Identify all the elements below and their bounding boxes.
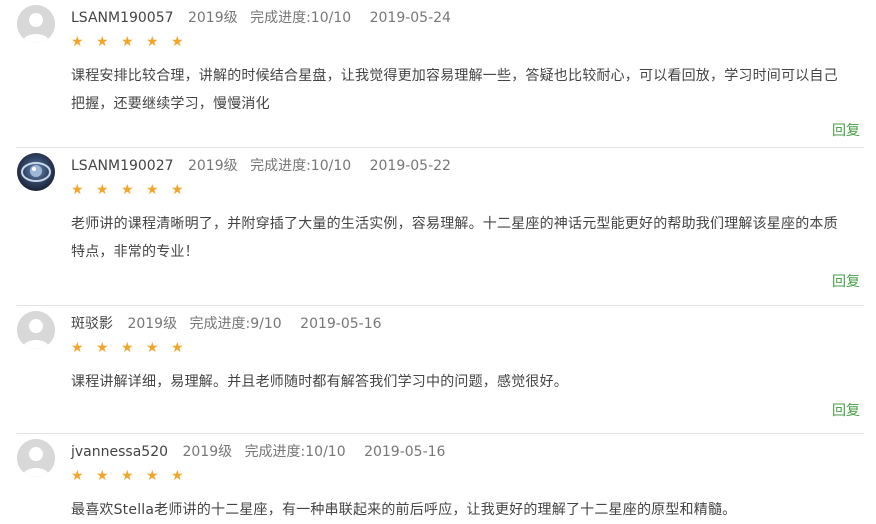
default-avatar-icon — [17, 5, 55, 43]
default-avatar-icon — [17, 439, 55, 477]
user-avatar[interactable] — [17, 311, 55, 349]
comment-text: 课程安排比较合理，讲解的时候结合星盘，让我觉得更加容易理解一些，答疑也比较耐心，… — [71, 68, 838, 112]
photo-avatar-icon — [17, 153, 55, 191]
user-avatar[interactable] — [17, 5, 55, 43]
star-rating: ★ ★ ★ ★ ★ — [71, 182, 188, 198]
comment-text: 老师讲的课程清晰明了，并附穿插了大量的生活实例，容易理解。十二星座的神话元型能更… — [71, 216, 838, 260]
star-rating: ★ ★ ★ ★ ★ — [71, 340, 188, 356]
progress: 完成进度:9/10 — [189, 316, 282, 332]
star-rating: ★ ★ ★ ★ ★ — [71, 34, 188, 50]
username[interactable]: 斑驳影 — [71, 316, 113, 332]
date: 2019-05-22 — [369, 158, 451, 174]
progress: 完成进度:10/10 — [250, 158, 352, 174]
comment-text: 最喜欢Stella老师讲的十二星座，有一种串联起来的前后呼应，让我更好的理解了十… — [71, 502, 737, 518]
grade: 2019级 — [182, 444, 233, 460]
grade: 2019级 — [187, 158, 238, 174]
review-meta: 斑驳影 2019级 完成进度:9/10 2019-05-16 — [71, 313, 382, 333]
user-avatar[interactable] — [17, 153, 55, 191]
reply-button[interactable]: 回复 — [832, 400, 860, 420]
grade: 2019级 — [187, 10, 238, 26]
grade: 2019级 — [127, 316, 178, 332]
default-avatar-icon — [17, 311, 55, 349]
review-item: jvannessa520 2019级 完成进度:10/10 2019-05-16… — [0, 434, 876, 521]
comment-text: 课程讲解详细，易理解。并且老师随时都有解答我们学习中的问题，感觉很好。 — [71, 374, 568, 390]
date: 2019-05-24 — [369, 10, 451, 26]
user-avatar[interactable] — [17, 439, 55, 477]
progress: 完成进度:10/10 — [250, 10, 352, 26]
review-item: LSANM190027 2019级 完成进度:10/10 2019-05-22 … — [0, 148, 876, 306]
reply-button[interactable]: 回复 — [832, 271, 860, 291]
review-item: 斑驳影 2019级 完成进度:9/10 2019-05-16 ★ ★ ★ ★ ★… — [0, 306, 876, 434]
username[interactable]: LSANM190057 — [71, 10, 174, 26]
date: 2019-05-16 — [364, 444, 446, 460]
date: 2019-05-16 — [300, 316, 382, 332]
review-item: LSANM190057 2019级 完成进度:10/10 2019-05-24 … — [0, 0, 876, 148]
progress: 完成进度:10/10 — [244, 444, 346, 460]
username[interactable]: LSANM190027 — [71, 158, 174, 174]
review-meta: LSANM190027 2019级 完成进度:10/10 2019-05-22 — [71, 155, 451, 175]
star-rating: ★ ★ ★ ★ ★ — [71, 468, 188, 484]
reply-button[interactable]: 回复 — [832, 120, 860, 140]
review-meta: LSANM190057 2019级 完成进度:10/10 2019-05-24 — [71, 7, 451, 27]
username[interactable]: jvannessa520 — [71, 444, 168, 460]
review-meta: jvannessa520 2019级 完成进度:10/10 2019-05-16 — [71, 441, 445, 461]
